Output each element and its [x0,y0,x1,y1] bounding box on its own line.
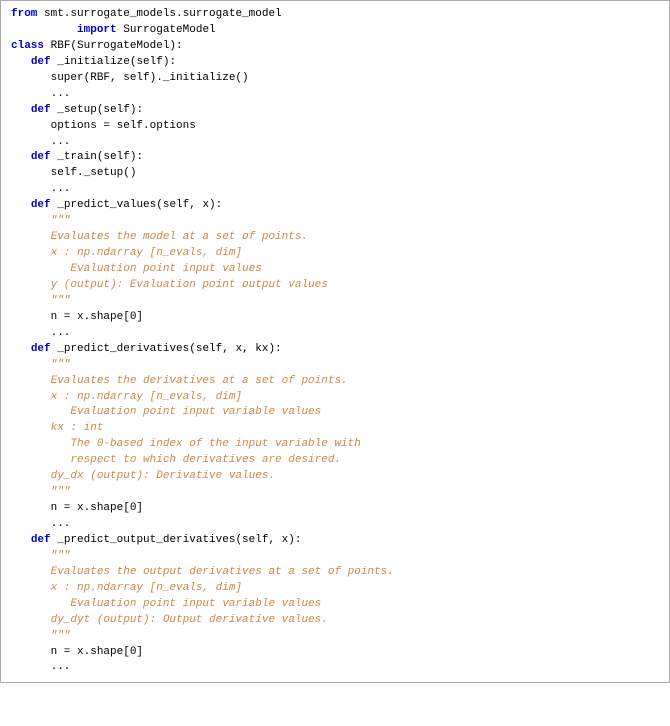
docstring-line: Evaluation point input values [11,262,659,278]
docstring-line: The 0-based index of the input variable … [11,437,659,453]
code-line: ... [11,87,659,103]
code-line: def _setup(self): [11,103,659,119]
code-text: smt.surrogate_models.surrogate_model [37,8,281,20]
docstring-line: """ [11,214,659,230]
code-indent [11,199,31,211]
keyword-def: def [31,151,51,163]
code-line: ... [11,660,659,676]
code-text: _train(self): [51,151,143,163]
code-indent [11,56,31,68]
code-indent [11,104,31,116]
docstring-line: dy_dyt (output): Output derivative value… [11,613,659,629]
code-text: _predict_values(self, x): [51,199,223,211]
keyword-def: def [31,343,51,355]
code-line: n = x.shape[0] [11,310,659,326]
keyword-class: class [11,40,44,52]
code-text: _predict_derivatives(self, x, kx): [51,343,282,355]
keyword-def: def [31,104,51,116]
code-line: ... [11,326,659,342]
code-indent [11,24,77,36]
code-line: def _predict_derivatives(self, x, kx): [11,342,659,358]
code-text: SurrogateModel [117,24,216,36]
docstring-line: Evaluation point input variable values [11,597,659,613]
code-indent [11,151,31,163]
docstring-line: y (output): Evaluation point output valu… [11,278,659,294]
code-line: options = self.options [11,119,659,135]
code-line: ... [11,182,659,198]
code-line: class RBF(SurrogateModel): [11,39,659,55]
code-line: def _initialize(self): [11,55,659,71]
docstring-line: x : np.ndarray [n_evals, dim] [11,581,659,597]
docstring-line: Evaluates the output derivatives at a se… [11,565,659,581]
docstring-line: """ [11,629,659,645]
code-indent [11,343,31,355]
docstring-line: respect to which derivatives are desired… [11,453,659,469]
code-line: self._setup() [11,166,659,182]
code-line: import SurrogateModel [11,23,659,39]
docstring-line: """ [11,358,659,374]
code-line: super(RBF, self)._initialize() [11,71,659,87]
code-text: _predict_output_derivatives(self, x): [51,534,302,546]
docstring-line: """ [11,294,659,310]
keyword-import: import [77,24,117,36]
docstring-line: kx : int [11,421,659,437]
docstring-line: Evaluation point input variable values [11,405,659,421]
code-panel: from smt.surrogate_models.surrogate_mode… [0,0,670,683]
code-line: n = x.shape[0] [11,645,659,661]
docstring-line: """ [11,485,659,501]
docstring-line: Evaluates the model at a set of points. [11,230,659,246]
code-text: RBF(SurrogateModel): [44,40,183,52]
code-line: from smt.surrogate_models.surrogate_mode… [11,7,659,23]
code-indent [11,534,31,546]
code-line: ... [11,135,659,151]
docstring-line: x : np.ndarray [n_evals, dim] [11,246,659,262]
keyword-def: def [31,199,51,211]
keyword-def: def [31,534,51,546]
keyword-from: from [11,8,37,20]
code-line: def _train(self): [11,150,659,166]
code-text: _initialize(self): [51,56,176,68]
keyword-def: def [31,56,51,68]
code-line: def _predict_values(self, x): [11,198,659,214]
docstring-line: """ [11,549,659,565]
code-line: ... [11,517,659,533]
code-text: _setup(self): [51,104,143,116]
docstring-line: dy_dx (output): Derivative values. [11,469,659,485]
code-line: n = x.shape[0] [11,501,659,517]
docstring-line: x : np.ndarray [n_evals, dim] [11,390,659,406]
docstring-line: Evaluates the derivatives at a set of po… [11,374,659,390]
code-line: def _predict_output_derivatives(self, x)… [11,533,659,549]
